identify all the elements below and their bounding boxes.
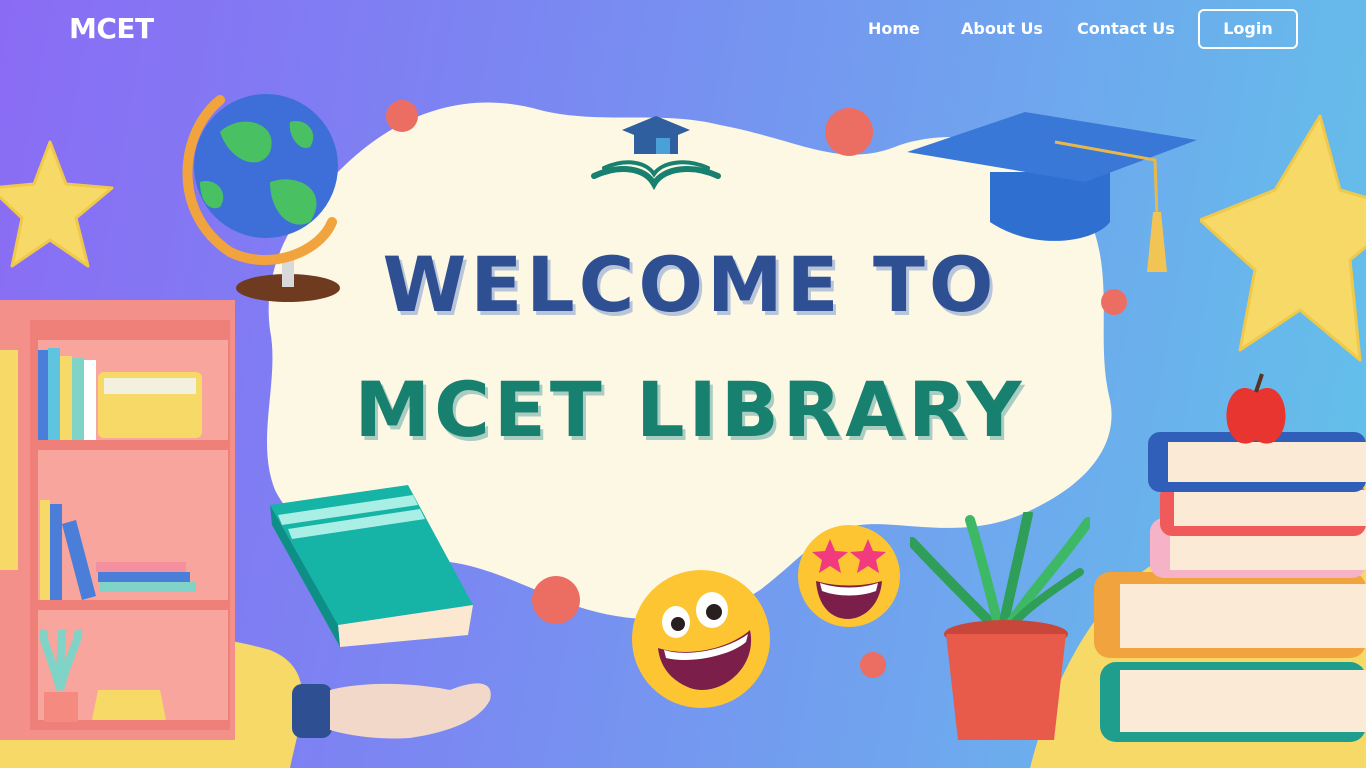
nav-link-about-us[interactable]: About Us [961, 19, 1043, 38]
library-logo-icon [591, 116, 721, 191]
nav-link-contact-us[interactable]: Contact Us [1077, 19, 1175, 38]
potted-plant-icon [910, 512, 1090, 740]
globe-icon [182, 94, 340, 302]
bookshelf-icon [0, 300, 235, 740]
star-eyes-emoji-icon [798, 525, 900, 627]
top-navbar: MCET Home About Us Contact Us Login [0, 0, 1366, 60]
grinning-emoji-icon [632, 570, 770, 708]
coral-bubble [386, 100, 418, 132]
coral-bubble [860, 652, 886, 678]
coral-bubble [825, 108, 873, 156]
star-icon [0, 140, 114, 268]
nav-link-home[interactable]: Home [868, 19, 920, 38]
coral-bubble [532, 576, 580, 624]
apple-icon [1226, 373, 1286, 444]
hand-icon [292, 683, 491, 739]
graduation-cap-icon [907, 112, 1197, 272]
star-icon [1200, 114, 1366, 362]
brand-logo[interactable]: MCET [69, 12, 154, 45]
login-button[interactable]: Login [1198, 9, 1298, 49]
hero-section: WELCOME TO MCET LIBRARY [0, 0, 1366, 768]
coral-bubble [1101, 289, 1127, 315]
hero-title-line-2: MCET LIBRARY [354, 365, 1026, 454]
book-icon [270, 485, 473, 647]
